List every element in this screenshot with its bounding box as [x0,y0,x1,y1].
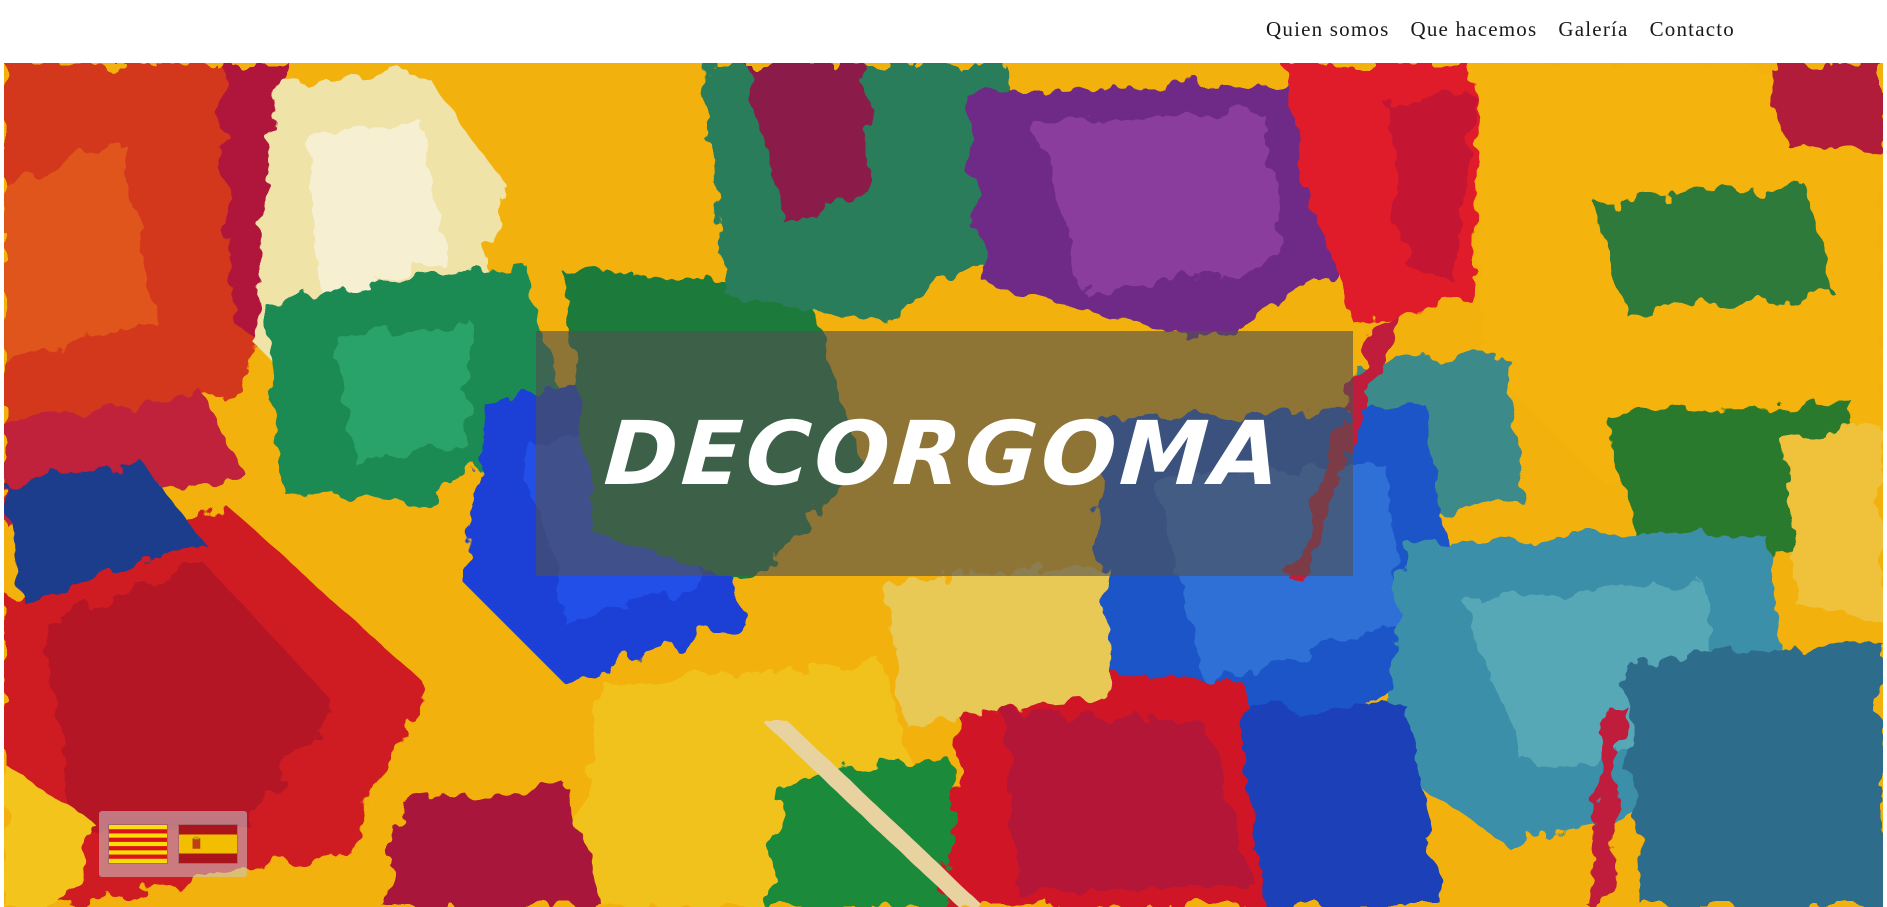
spanish-flag-icon[interactable] [179,825,237,863]
top-navigation-bar: Quien somos Que hacemos Galería Contacto [0,0,1887,63]
hero-title-box: DECORGOMA [536,331,1353,576]
hero-banner: DECORGOMA [4,63,1883,907]
nav-link-quien-somos[interactable]: Quien somos [1266,17,1389,42]
nav-link-que-hacemos[interactable]: Que hacemos [1410,17,1537,42]
language-switcher [99,811,247,877]
site-title: DECORGOMA [601,402,1288,505]
main-nav: Quien somos Que hacemos Galería Contacto [1266,17,1735,42]
nav-link-contacto[interactable]: Contacto [1650,17,1735,42]
catalan-flag-icon[interactable] [109,825,167,863]
nav-link-galeria[interactable]: Galería [1558,17,1628,42]
